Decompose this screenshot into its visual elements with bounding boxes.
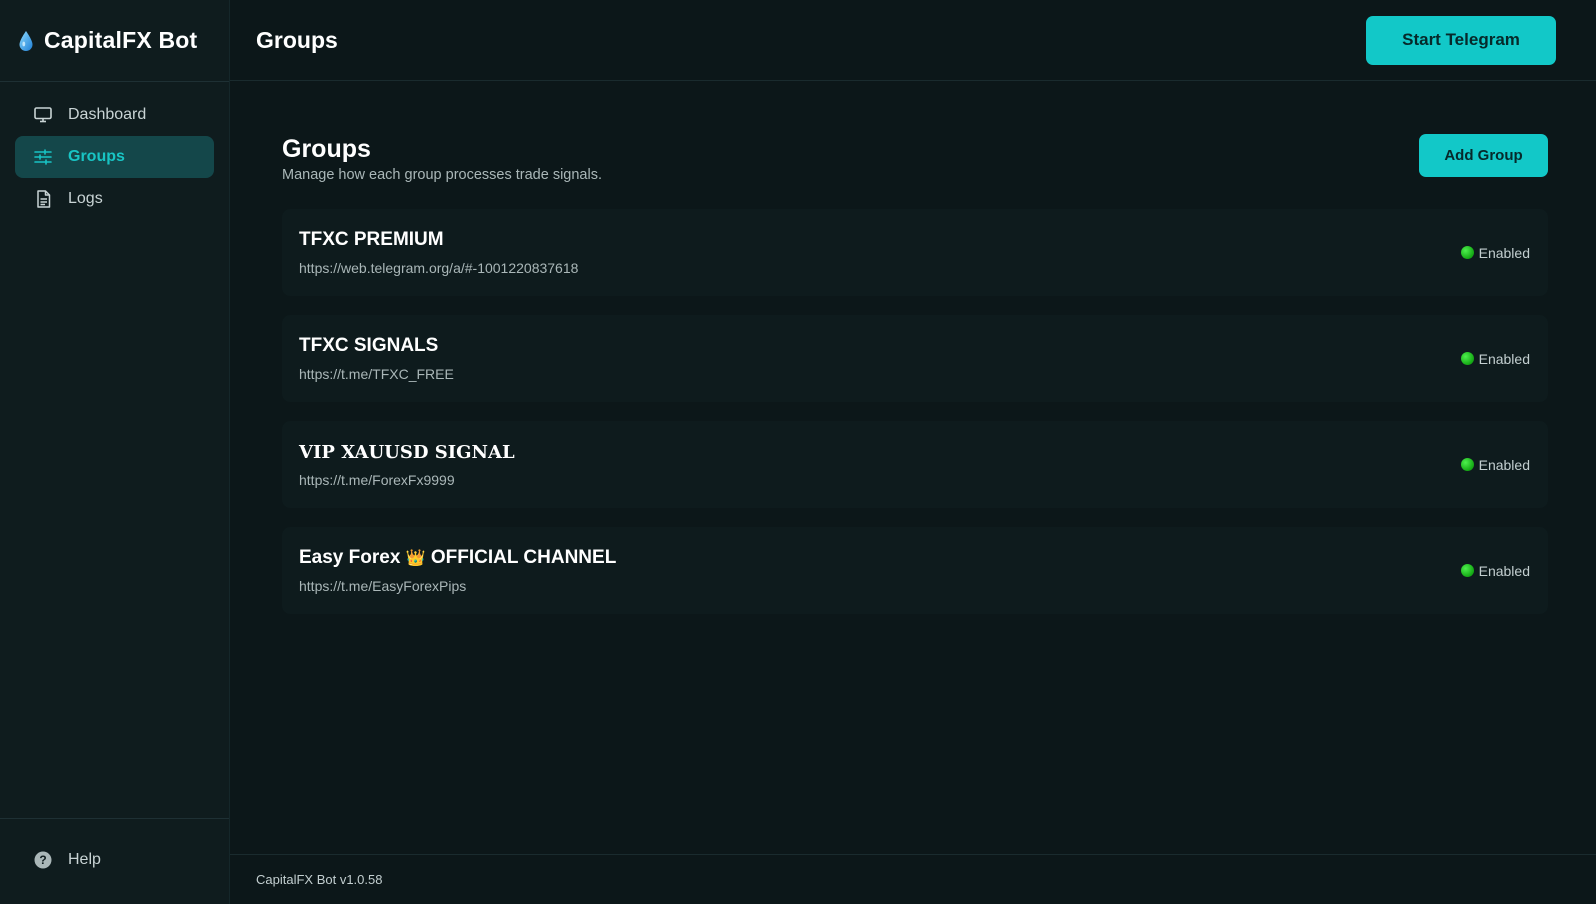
group-card[interactable]: VIP XAUUSD SIGNAL https://t.me/ForexFx99… bbox=[282, 421, 1548, 508]
status-dot-icon bbox=[1460, 564, 1474, 577]
section-subtitle: Manage how each group processes trade si… bbox=[282, 167, 602, 183]
water-drop-icon bbox=[19, 30, 33, 51]
group-name: TFXC SIGNALS bbox=[299, 335, 439, 356]
group-url: https://t.me/ForexFx9999 bbox=[299, 471, 455, 488]
question-circle-icon: ? bbox=[33, 850, 53, 870]
status-dot-icon bbox=[1460, 458, 1474, 471]
help-label: Help bbox=[68, 851, 101, 868]
sidebar-item-groups[interactable]: Groups bbox=[15, 136, 214, 178]
group-name: TFXC PREMIUM bbox=[299, 229, 444, 250]
sidebar: CapitalFX Bot Dashboard Groups Logs ? He… bbox=[0, 0, 230, 904]
group-card[interactable]: TFXC PREMIUM https://web.telegram.org/a/… bbox=[282, 209, 1548, 296]
group-list: TFXC PREMIUM https://web.telegram.org/a/… bbox=[282, 209, 1548, 614]
group-card[interactable]: Easy Forex 👑 OFFICIAL CHANNEL https://t.… bbox=[282, 527, 1548, 614]
status-label: Enabled bbox=[1478, 350, 1530, 367]
status-label: Enabled bbox=[1478, 456, 1530, 473]
group-url: https://web.telegram.org/a/#-10012208376… bbox=[299, 260, 579, 276]
app-title: CapitalFX Bot bbox=[44, 27, 198, 53]
sidebar-item-help[interactable]: ? Help bbox=[15, 839, 214, 881]
section-title: Groups bbox=[282, 135, 371, 163]
sidebar-footer: ? Help bbox=[0, 818, 229, 904]
sidebar-nav: Dashboard Groups Logs bbox=[0, 82, 229, 818]
sidebar-item-label: Groups bbox=[68, 148, 125, 165]
app-footer: CapitalFX Bot v1.0.58 bbox=[230, 854, 1596, 904]
add-group-button[interactable]: Add Group bbox=[1419, 134, 1548, 177]
app-window: CapitalFX Bot Dashboard Groups Logs ? He… bbox=[0, 0, 1596, 904]
group-card[interactable]: TFXC SIGNALS https://t.me/TFXC_FREE Enab… bbox=[282, 315, 1548, 402]
monitor-icon bbox=[33, 105, 53, 125]
sidebar-item-logs[interactable]: Logs bbox=[15, 178, 214, 220]
crown-icon: 👑 bbox=[405, 550, 426, 567]
sidebar-item-label: Dashboard bbox=[68, 106, 147, 123]
section-header: Groups Manage how each group processes t… bbox=[282, 134, 1548, 183]
version-label: CapitalFX Bot v1.0.58 bbox=[256, 872, 383, 887]
group-url: https://t.me/EasyForexPips bbox=[299, 578, 467, 594]
status-dot-icon bbox=[1460, 246, 1474, 259]
status-badge: Enabled bbox=[1460, 456, 1530, 473]
status-label: Enabled bbox=[1478, 562, 1530, 579]
groups-section: Groups Manage how each group processes t… bbox=[230, 81, 1596, 854]
sidebar-item-dashboard[interactable]: Dashboard bbox=[15, 94, 214, 136]
status-dot-icon bbox=[1460, 352, 1474, 365]
status-badge: Enabled bbox=[1460, 562, 1530, 579]
svg-text:?: ? bbox=[39, 853, 46, 867]
top-bar: Groups Start Telegram bbox=[230, 0, 1596, 81]
group-name-prefix: Easy Forex bbox=[299, 547, 401, 568]
document-icon bbox=[33, 189, 53, 209]
status-badge: Enabled bbox=[1460, 244, 1530, 261]
page-title: Groups bbox=[256, 26, 338, 53]
group-name: Easy Forex 👑 OFFICIAL CHANNEL bbox=[299, 547, 616, 569]
sliders-icon bbox=[33, 147, 53, 167]
status-badge: Enabled bbox=[1460, 350, 1530, 367]
group-name-suffix: OFFICIAL CHANNEL bbox=[430, 547, 617, 568]
sidebar-item-label: Logs bbox=[68, 190, 103, 207]
group-name: VIP XAUUSD SIGNAL bbox=[299, 441, 515, 463]
status-label: Enabled bbox=[1478, 244, 1530, 261]
group-url: https://t.me/TFXC_FREE bbox=[299, 366, 454, 382]
start-telegram-button[interactable]: Start Telegram bbox=[1366, 15, 1556, 65]
main-area: Groups Start Telegram Groups Manage how … bbox=[230, 0, 1596, 904]
brand: CapitalFX Bot bbox=[0, 0, 229, 82]
